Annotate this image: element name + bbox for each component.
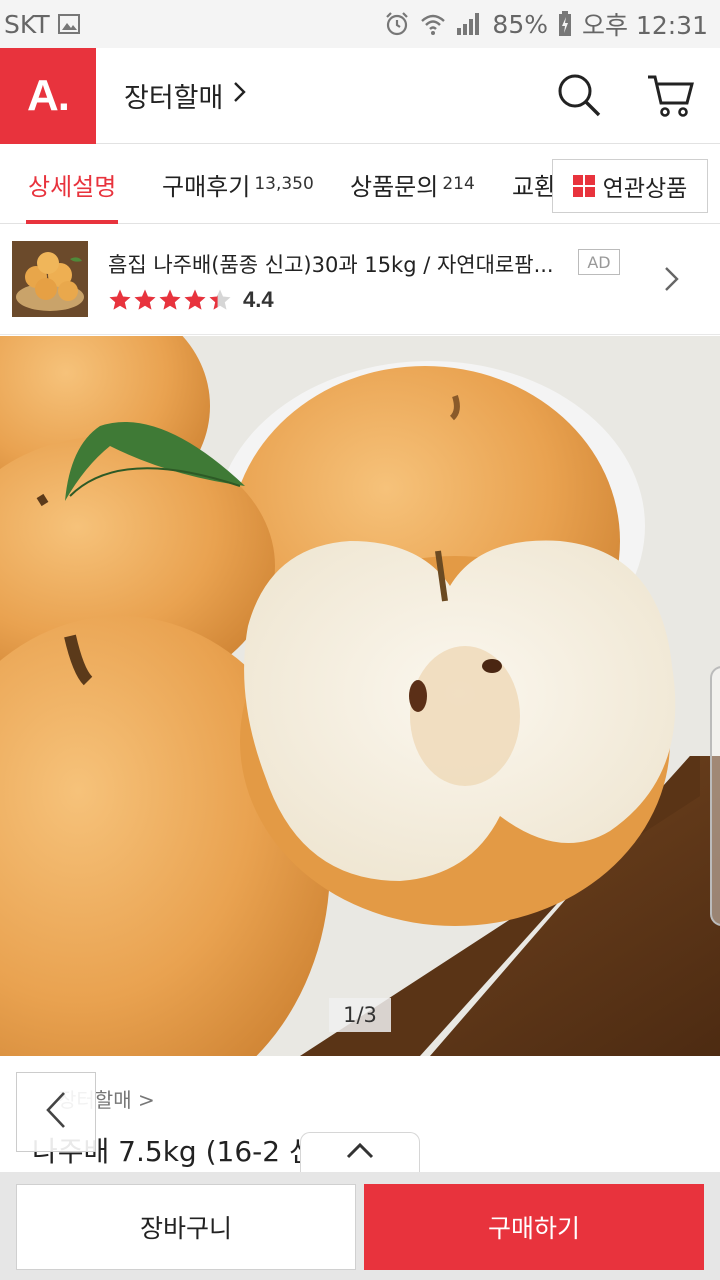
add-to-cart-button[interactable]: 장바구니	[16, 1184, 356, 1270]
carrier-label: SKT	[4, 9, 50, 39]
status-bar: SKT 85% 오후 12:31	[0, 0, 720, 48]
tab-inquiries-count: 214	[442, 174, 475, 194]
image-counter: 1/3	[329, 998, 391, 1032]
grid-icon	[572, 175, 595, 197]
star-icon	[134, 289, 156, 310]
add-to-cart-label: 장바구니	[139, 1214, 232, 1243]
related-products-label: 연관상품	[602, 176, 688, 202]
search-icon[interactable]	[556, 72, 602, 122]
buy-now-button[interactable]: 구매하기	[364, 1184, 704, 1270]
logo-text: A.	[27, 70, 70, 120]
alarm-icon	[384, 11, 410, 37]
detail-tabs: 상세설명 구매후기 13,350 상품문의 214 교환 연관상품	[0, 144, 720, 224]
app-logo[interactable]: A.	[0, 47, 96, 144]
app-header: A. 장터할매	[0, 47, 720, 144]
chevron-up-icon	[346, 1142, 374, 1164]
ad-title: 흠집 나주배(품종 신고)30과 15kg / 자연대로팜...	[108, 253, 554, 277]
chevron-right-icon	[664, 265, 680, 297]
clock: 오후 12:31	[582, 11, 708, 40]
tab-description-label: 상세설명	[28, 172, 117, 201]
chevron-right-icon	[233, 80, 247, 111]
product-image-carousel[interactable]	[0, 336, 720, 1056]
tab-inquiries[interactable]: 상품문의 214	[350, 144, 475, 224]
tab-reviews-label: 구매후기	[162, 172, 251, 201]
back-button[interactable]	[16, 1072, 96, 1152]
tab-exchange-label: 교환	[512, 172, 557, 201]
buy-now-label: 구매하기	[487, 1214, 580, 1243]
star-icon	[184, 289, 206, 310]
tab-reviews-count: 13,350	[254, 174, 314, 194]
battery-charging-icon	[558, 11, 572, 37]
tab-exchange[interactable]: 교환	[512, 144, 556, 224]
related-products-button[interactable]: 연관상품	[552, 159, 708, 213]
ad-badge: AD	[578, 249, 620, 275]
battery-percent: 85%	[492, 9, 548, 39]
bottom-action-bar: 장바구니 구매하기	[0, 1172, 720, 1280]
gallery-notification-icon	[57, 13, 80, 35]
tab-description[interactable]: 상세설명	[25, 144, 119, 224]
ad-banner[interactable]: 흠집 나주배(품종 신고)30과 15kg / 자연대로팜... AD 4.4	[0, 225, 720, 335]
chevron-left-icon	[45, 1090, 67, 1134]
side-scroll-handle[interactable]	[710, 666, 720, 926]
cart-icon[interactable]	[646, 72, 694, 122]
rating-value: 4.4	[243, 287, 274, 312]
ad-thumbnail	[12, 241, 88, 317]
stars	[108, 288, 232, 312]
star-rating: 4.4	[108, 287, 274, 313]
star-icon	[209, 289, 231, 310]
product-photo	[0, 336, 720, 1056]
star-icon	[109, 289, 131, 310]
status-right: 85% 오후 12:31	[384, 6, 708, 42]
status-left: SKT	[4, 10, 80, 39]
expand-panel-tab[interactable]	[300, 1132, 420, 1172]
signal-icon	[456, 12, 482, 36]
wifi-icon	[420, 11, 446, 37]
screen: SKT 85% 오후 12:31 A. 장터할매 상세설명 구매후기 13,35…	[0, 0, 720, 1280]
tab-reviews[interactable]: 구매후기 13,350	[162, 144, 314, 224]
star-icon	[159, 289, 181, 310]
header-actions	[556, 72, 694, 122]
store-name-label: 장터할매	[124, 83, 224, 114]
store-name-link[interactable]: 장터할매	[124, 76, 247, 115]
tab-inquiries-label: 상품문의	[350, 172, 439, 201]
